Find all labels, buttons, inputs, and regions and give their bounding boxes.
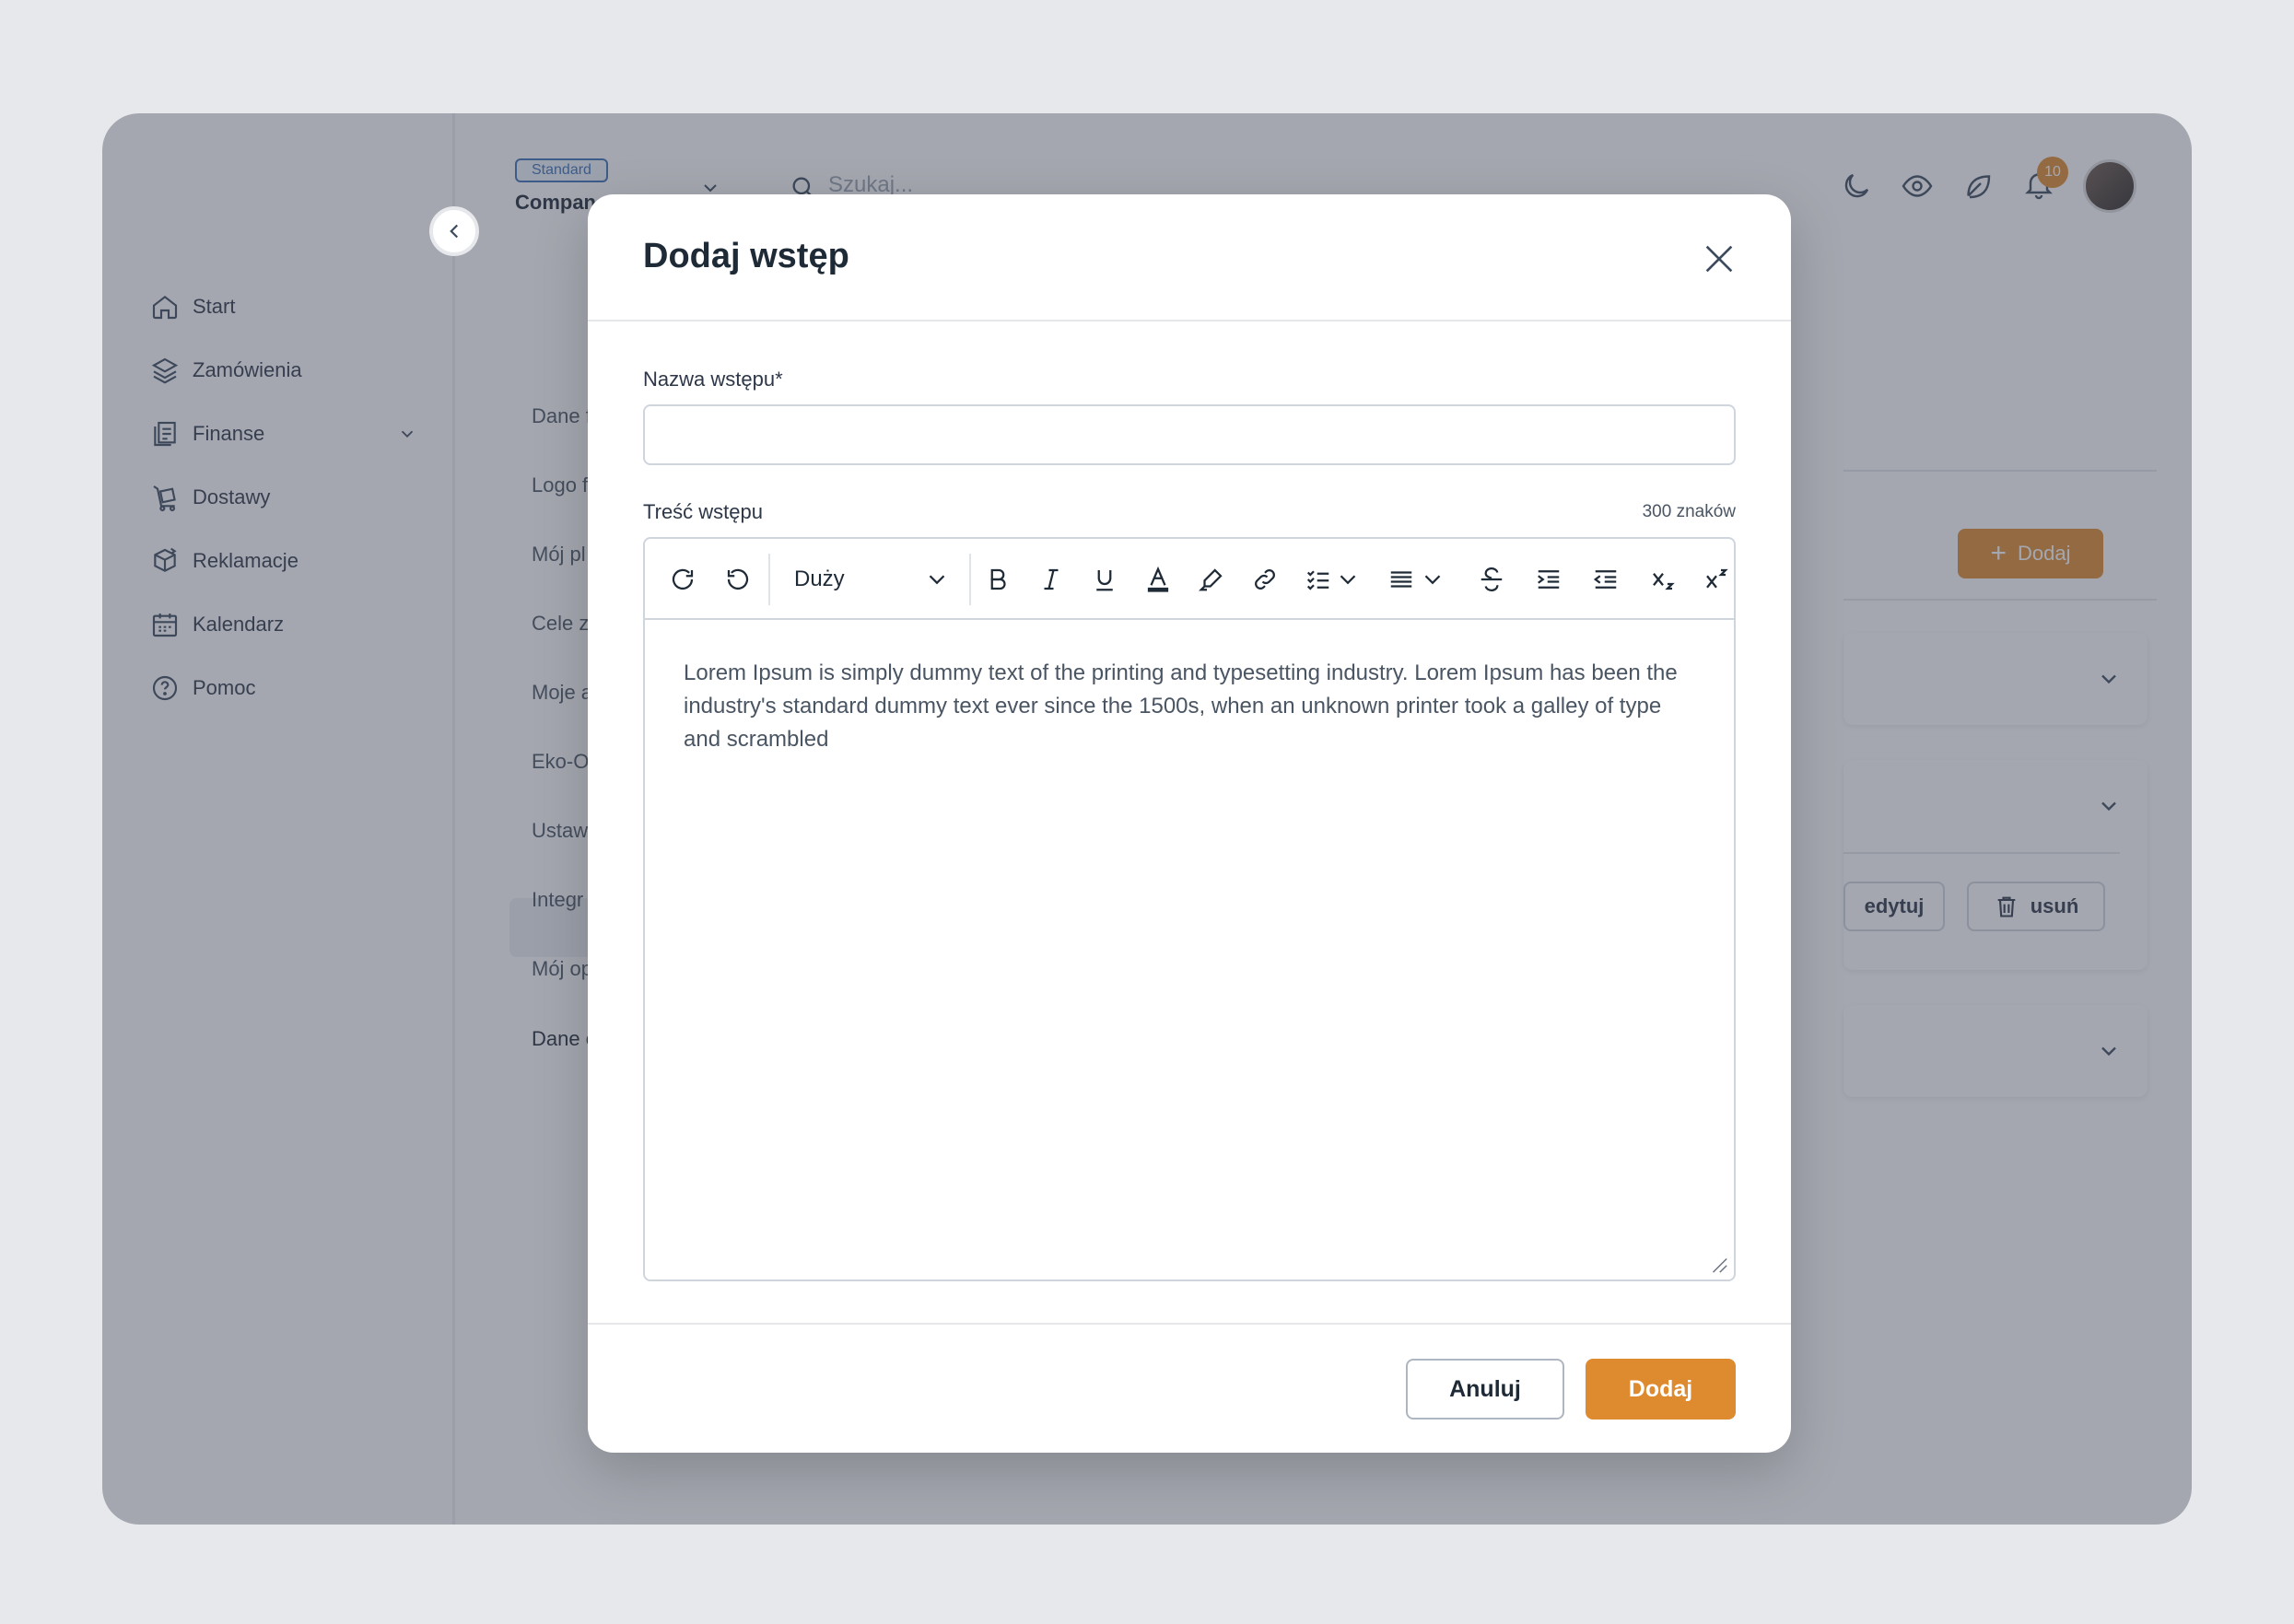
resize-handle-icon[interactable]: [1708, 1254, 1728, 1274]
font-size-select[interactable]: Duży: [794, 564, 951, 595]
font-size-value: Duży: [794, 567, 845, 591]
chevron-down-icon: [1340, 575, 1356, 585]
sidebar-collapse-button[interactable]: [429, 206, 479, 256]
link-button[interactable]: [1249, 564, 1281, 595]
align-dropdown[interactable]: [1417, 564, 1448, 595]
link-icon: [1255, 569, 1275, 590]
close-icon[interactable]: [1701, 240, 1738, 277]
indent-icon: [1538, 570, 1560, 589]
chevron-down-icon: [1424, 575, 1441, 585]
align-justify-icon: [1390, 571, 1412, 588]
toolbar-separator: [768, 554, 770, 605]
underline-button[interactable]: [1089, 564, 1120, 595]
rich-text-editor: Duży Lorem Ipsum is simply dummy text of…: [643, 537, 1736, 1281]
modal-header-divider: [588, 320, 1791, 321]
text-color-icon: [1147, 566, 1169, 592]
editor-content[interactable]: Lorem Ipsum is simply dummy text of the …: [684, 657, 1697, 756]
checklist-dropdown[interactable]: [1332, 564, 1364, 595]
modal-title: Dodaj wstęp: [643, 237, 849, 275]
checklist-button[interactable]: [1303, 564, 1334, 595]
bold-button[interactable]: [982, 564, 1013, 595]
highlight-button[interactable]: [1196, 564, 1227, 595]
content-field-label: Treść wstępu: [643, 500, 764, 523]
strikethrough-button[interactable]: [1476, 564, 1507, 595]
bold-icon: [990, 568, 1006, 590]
subscript-button[interactable]: [1647, 564, 1679, 595]
char-count: 300 znaków: [1642, 502, 1736, 521]
intro-name-input[interactable]: [643, 404, 1736, 465]
outdent-icon: [1593, 570, 1617, 589]
subscript-icon: [1653, 573, 1675, 590]
chevron-left-icon: [450, 224, 459, 239]
name-field-label: Nazwa wstępu*: [643, 368, 783, 391]
align-button[interactable]: [1386, 564, 1417, 595]
undo-icon: [727, 568, 749, 590]
editor-toolbar: Duży: [645, 539, 1734, 620]
submit-button[interactable]: Dodaj: [1586, 1359, 1736, 1420]
redo-icon: [672, 568, 694, 590]
indent-button[interactable]: [1533, 564, 1564, 595]
italic-button[interactable]: [1036, 564, 1067, 595]
superscript-icon: [1706, 568, 1728, 589]
cancel-button[interactable]: Anuluj: [1406, 1359, 1564, 1420]
chevron-down-icon: [929, 575, 945, 585]
highlighter-icon: [1199, 568, 1223, 591]
italic-icon: [1044, 568, 1059, 590]
modal-footer-divider: [588, 1323, 1791, 1325]
superscript-button[interactable]: [1701, 564, 1732, 595]
outdent-button[interactable]: [1590, 564, 1621, 595]
strikethrough-icon: [1481, 567, 1503, 591]
underline-icon: [1096, 570, 1113, 591]
checklist-icon: [1306, 570, 1329, 590]
toolbar-separator: [969, 554, 971, 605]
add-intro-modal: Dodaj wstęp Nazwa wstępu* Treść wstępu 3…: [588, 194, 1791, 1453]
undo-button[interactable]: [722, 564, 754, 595]
text-color-button[interactable]: [1142, 564, 1174, 595]
redo-button[interactable]: [667, 564, 698, 595]
